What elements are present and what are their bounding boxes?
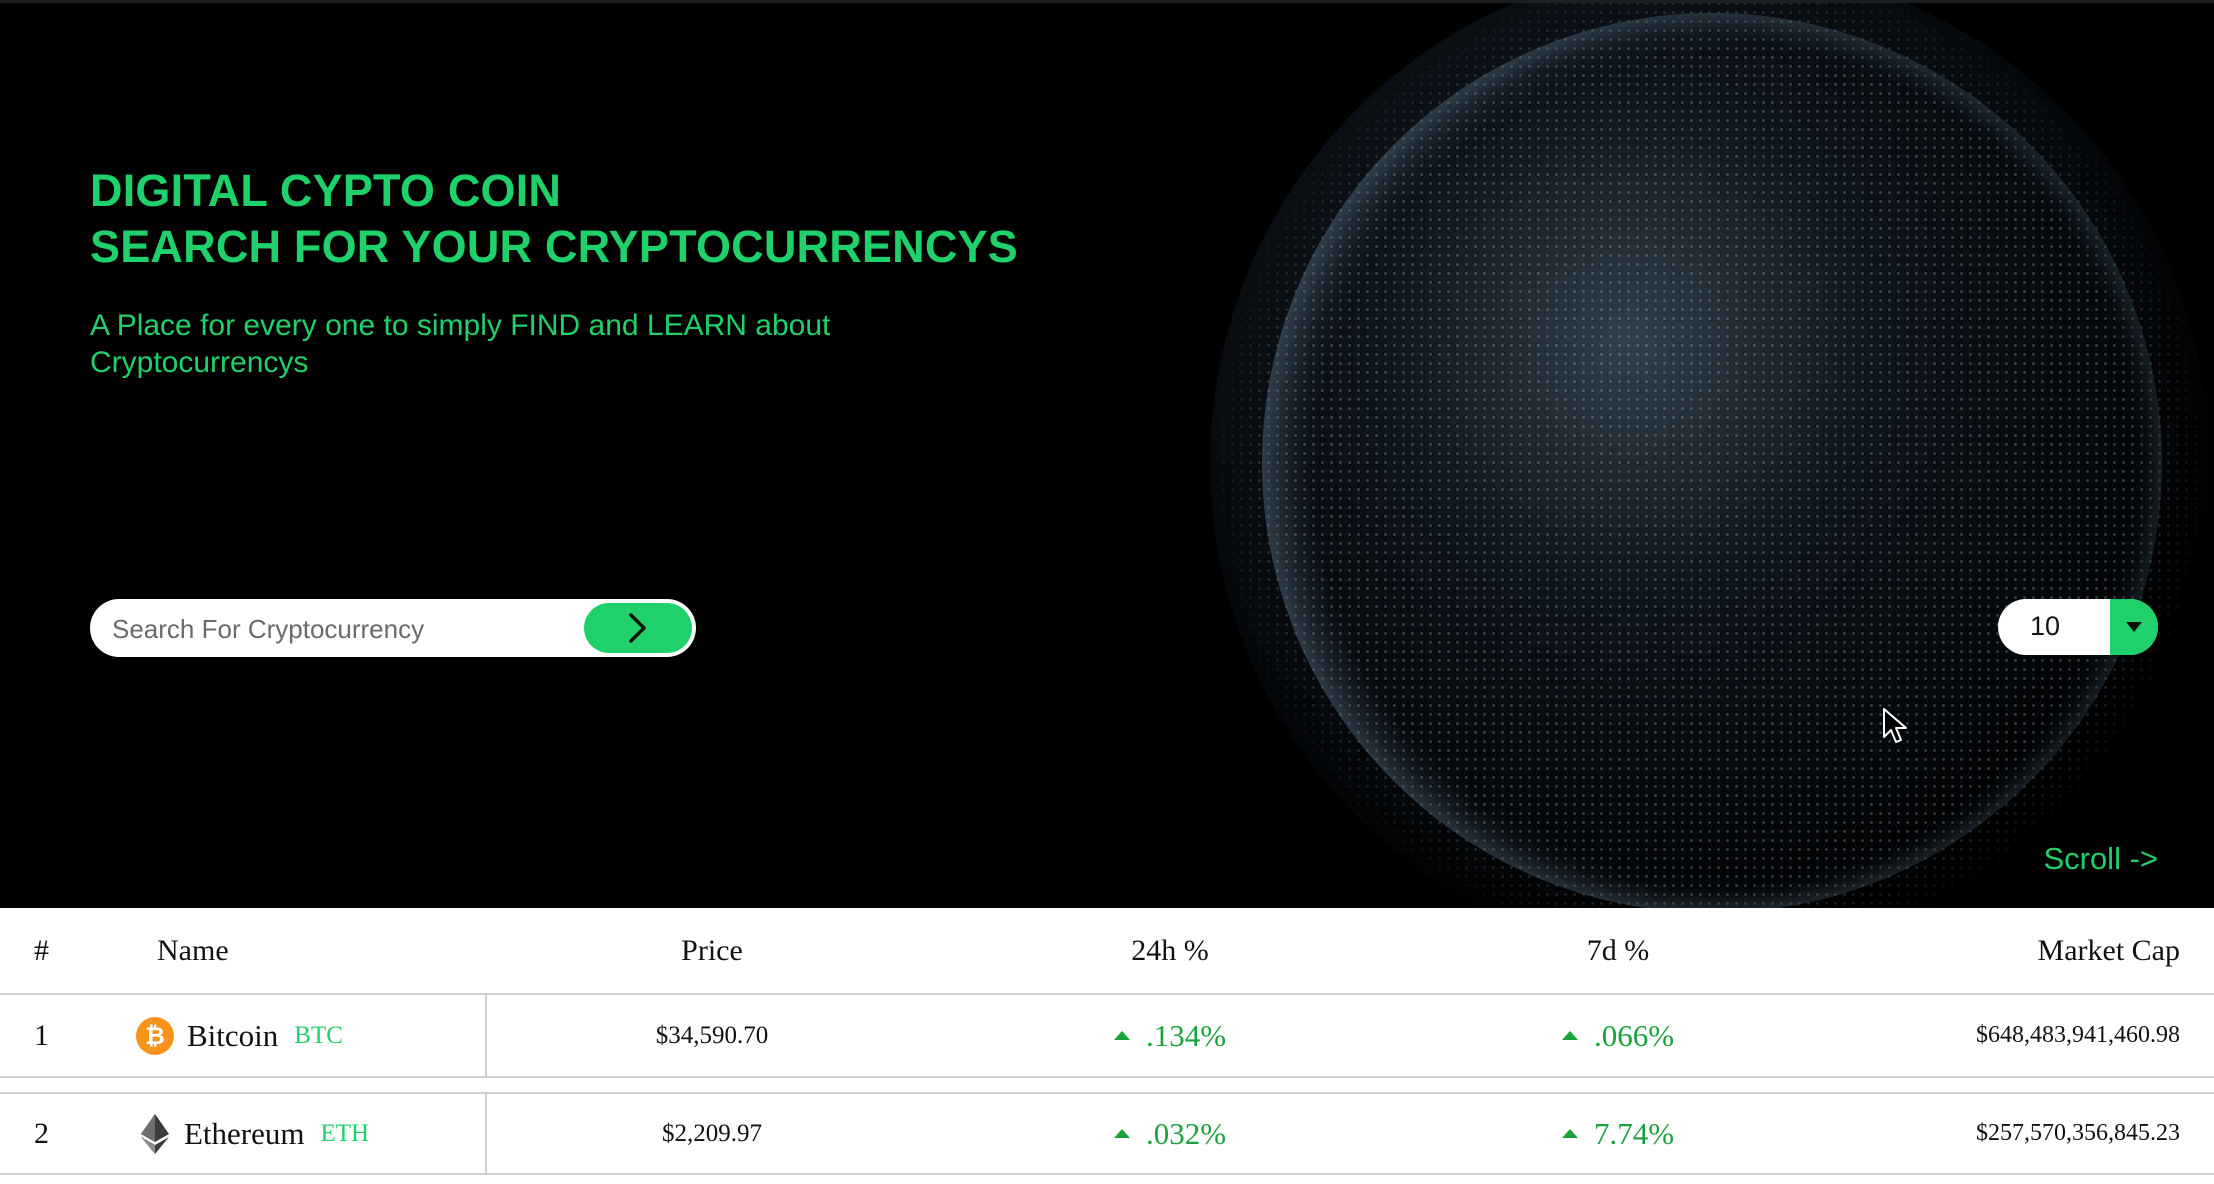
row-name-cell: ₿ Bitcoin BTC <box>135 995 343 1076</box>
per-page-value: 10 <box>2030 611 2061 641</box>
row-24h-cell: .134% <box>944 995 1396 1076</box>
bitcoin-icon: ₿ <box>136 1016 174 1055</box>
header-24h[interactable]: 24h % <box>944 908 1396 993</box>
row-market-cap: $257,570,356,845.23 <box>1976 1120 2180 1146</box>
ethereum-icon <box>141 1113 169 1154</box>
coin-name: Bitcoin <box>187 1017 279 1053</box>
row-price: $2,209.97 <box>662 1119 762 1147</box>
row-24h: .032% <box>1145 1115 1227 1151</box>
table-row[interactable]: 2 Ethereum ETH $2,209.97 .032% 7.74% $25… <box>0 1092 2214 1175</box>
row-rank: 2 <box>34 1116 49 1150</box>
up-arrow-icon <box>1561 1031 1578 1040</box>
crypto-table: # Name Price 24h % 7d % Market Cap 1 ₿ B… <box>0 908 2214 1175</box>
hero-section: DIGITAL CYPTO COIN SEARCH FOR YOUR CRYPT… <box>0 0 2214 908</box>
row-spacer <box>0 1078 2214 1092</box>
row-24h: .134% <box>1145 1017 1227 1053</box>
row-7d-cell: .066% <box>1396 995 1840 1076</box>
search-input[interactable] <box>110 608 574 650</box>
table-header: # Name Price 24h % 7d % Market Cap <box>0 908 2214 995</box>
header-price[interactable]: Price <box>480 908 944 993</box>
coin-symbol: ETH <box>320 1119 370 1147</box>
header-market-cap[interactable]: Market Cap <box>1840 908 2180 993</box>
headline-line-2: SEARCH FOR YOUR CRYPTOCURRENCYS <box>90 221 1018 272</box>
table-row[interactable]: 1 ₿ Bitcoin BTC $34,590.70 .134% .066% $… <box>0 995 2214 1078</box>
search-submit-button[interactable] <box>584 603 692 653</box>
hero-subtitle: A Place for every one to simply FIND and… <box>90 309 831 379</box>
header-name[interactable]: Name <box>157 908 229 993</box>
row-7d: 7.74% <box>1593 1115 1675 1151</box>
per-page-select[interactable]: 10 <box>1998 599 2158 655</box>
select-dropdown-button[interactable] <box>2110 599 2158 655</box>
search-bar <box>90 599 696 657</box>
row-rank: 1 <box>34 1018 49 1052</box>
row-name-cell: Ethereum ETH <box>138 1094 369 1173</box>
up-arrow-icon <box>1561 1129 1578 1138</box>
svg-text:₿: ₿ <box>145 1023 165 1050</box>
hero-headline: DIGITAL CYPTO COIN SEARCH FOR YOUR CRYPT… <box>90 163 1018 275</box>
header-rank[interactable]: # <box>34 908 49 993</box>
row-market-cap: $648,483,941,460.98 <box>1976 1022 2180 1048</box>
header-7d[interactable]: 7d % <box>1396 908 1840 993</box>
chevron-right-icon <box>629 613 646 643</box>
row-7d-cell: 7.74% <box>1396 1094 1840 1173</box>
up-arrow-icon <box>1113 1129 1130 1138</box>
scroll-link[interactable]: Scroll -> <box>2043 841 2158 877</box>
row-7d: .066% <box>1593 1017 1675 1053</box>
headline-line-1: DIGITAL CYPTO COIN <box>90 165 562 216</box>
row-24h-cell: .032% <box>944 1094 1396 1173</box>
row-price: $34,590.70 <box>655 1021 769 1049</box>
caret-down-icon <box>2126 622 2142 632</box>
coin-symbol: BTC <box>294 1021 343 1049</box>
coin-name: Ethereum <box>184 1115 305 1151</box>
globe-rim <box>1262 13 2162 908</box>
mouse-cursor-icon <box>1883 708 1907 743</box>
up-arrow-icon <box>1113 1031 1130 1040</box>
